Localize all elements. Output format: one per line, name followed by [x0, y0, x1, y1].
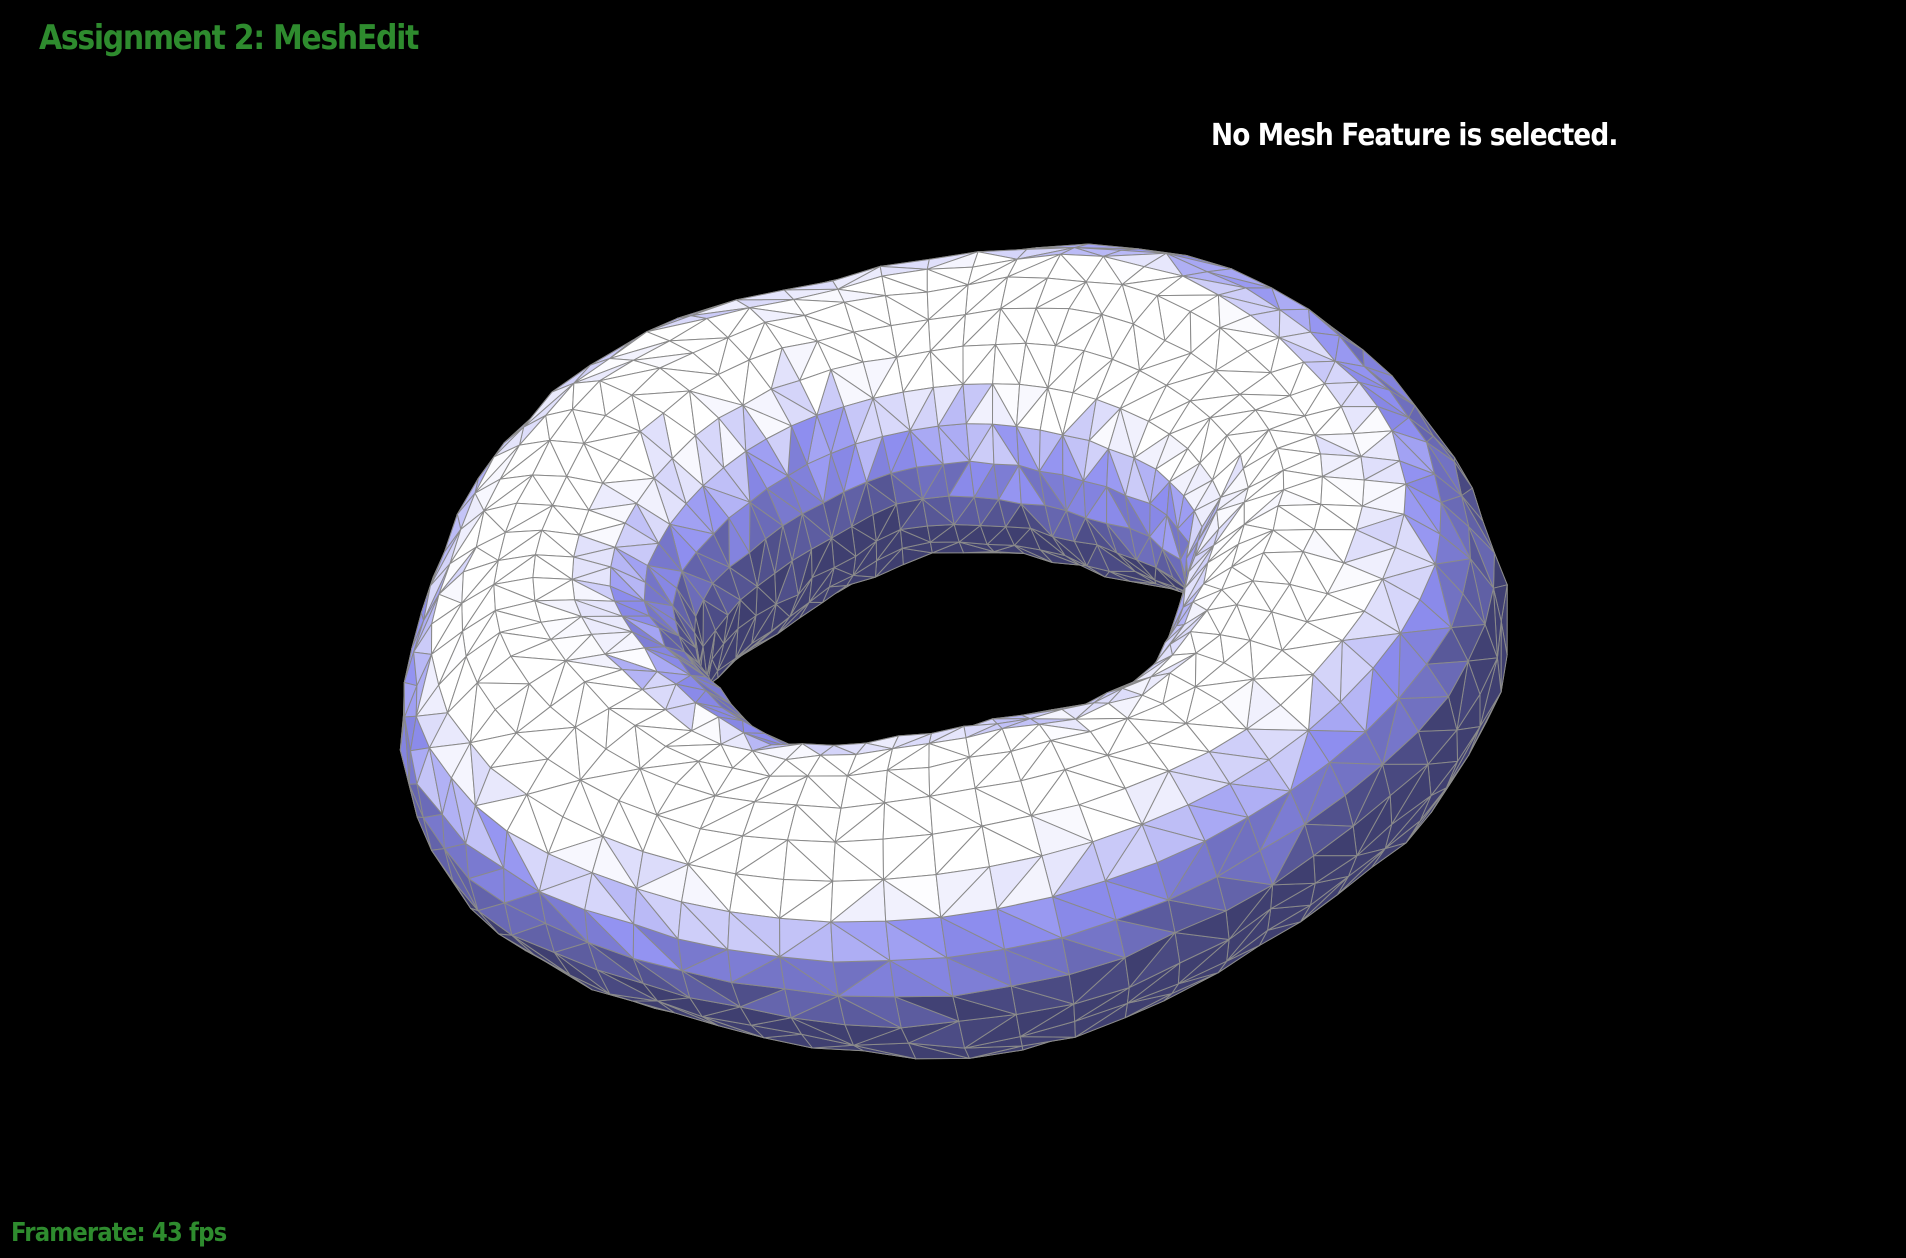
3d-viewport[interactable]	[0, 0, 1906, 1258]
mesh-face[interactable]	[742, 720, 766, 734]
meshedit-window[interactable]: Assignment 2: MeshEdit No Mesh Feature i…	[0, 0, 1906, 1258]
app-title: Assignment 2: MeshEdit	[39, 18, 419, 58]
torus-mesh[interactable]	[399, 243, 1508, 1060]
mesh-face[interactable]	[783, 280, 839, 291]
mesh-face[interactable]	[1019, 1036, 1076, 1047]
framerate-readout: Framerate: 43 fps	[11, 1218, 227, 1248]
mesh-face[interactable]	[1493, 552, 1508, 589]
selection-status-message: No Mesh Feature is selected.	[1211, 118, 1618, 153]
mesh-face[interactable]	[1308, 308, 1340, 337]
